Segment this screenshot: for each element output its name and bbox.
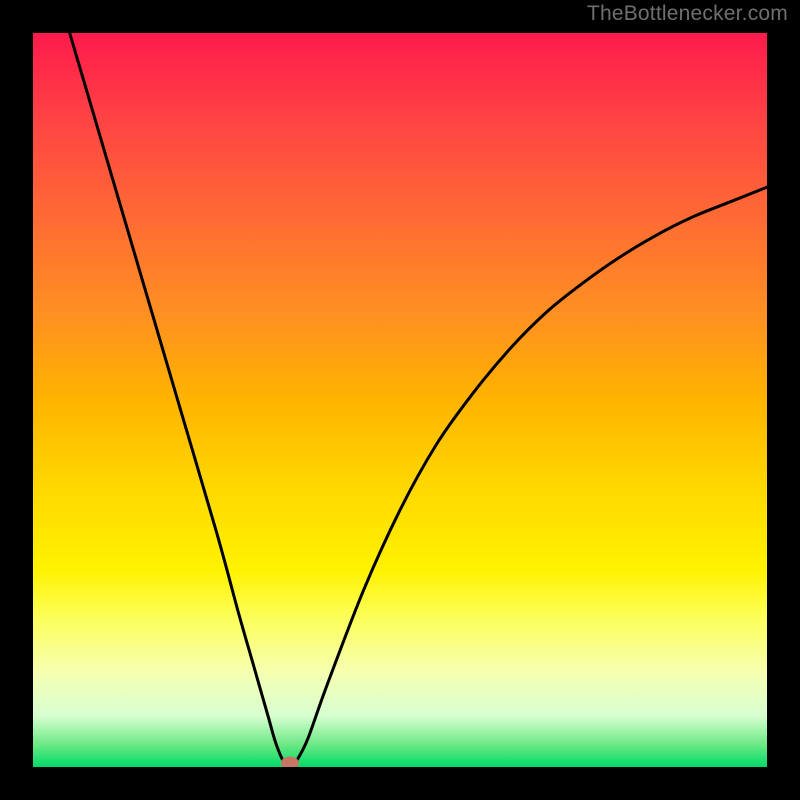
curve-svg	[33, 33, 767, 767]
plot-area	[33, 33, 767, 767]
chart-frame: TheBottlenecker.com	[0, 0, 800, 800]
watermark-text: TheBottlenecker.com	[587, 2, 788, 26]
bottleneck-curve	[70, 33, 767, 767]
optimal-point-marker	[281, 757, 299, 768]
